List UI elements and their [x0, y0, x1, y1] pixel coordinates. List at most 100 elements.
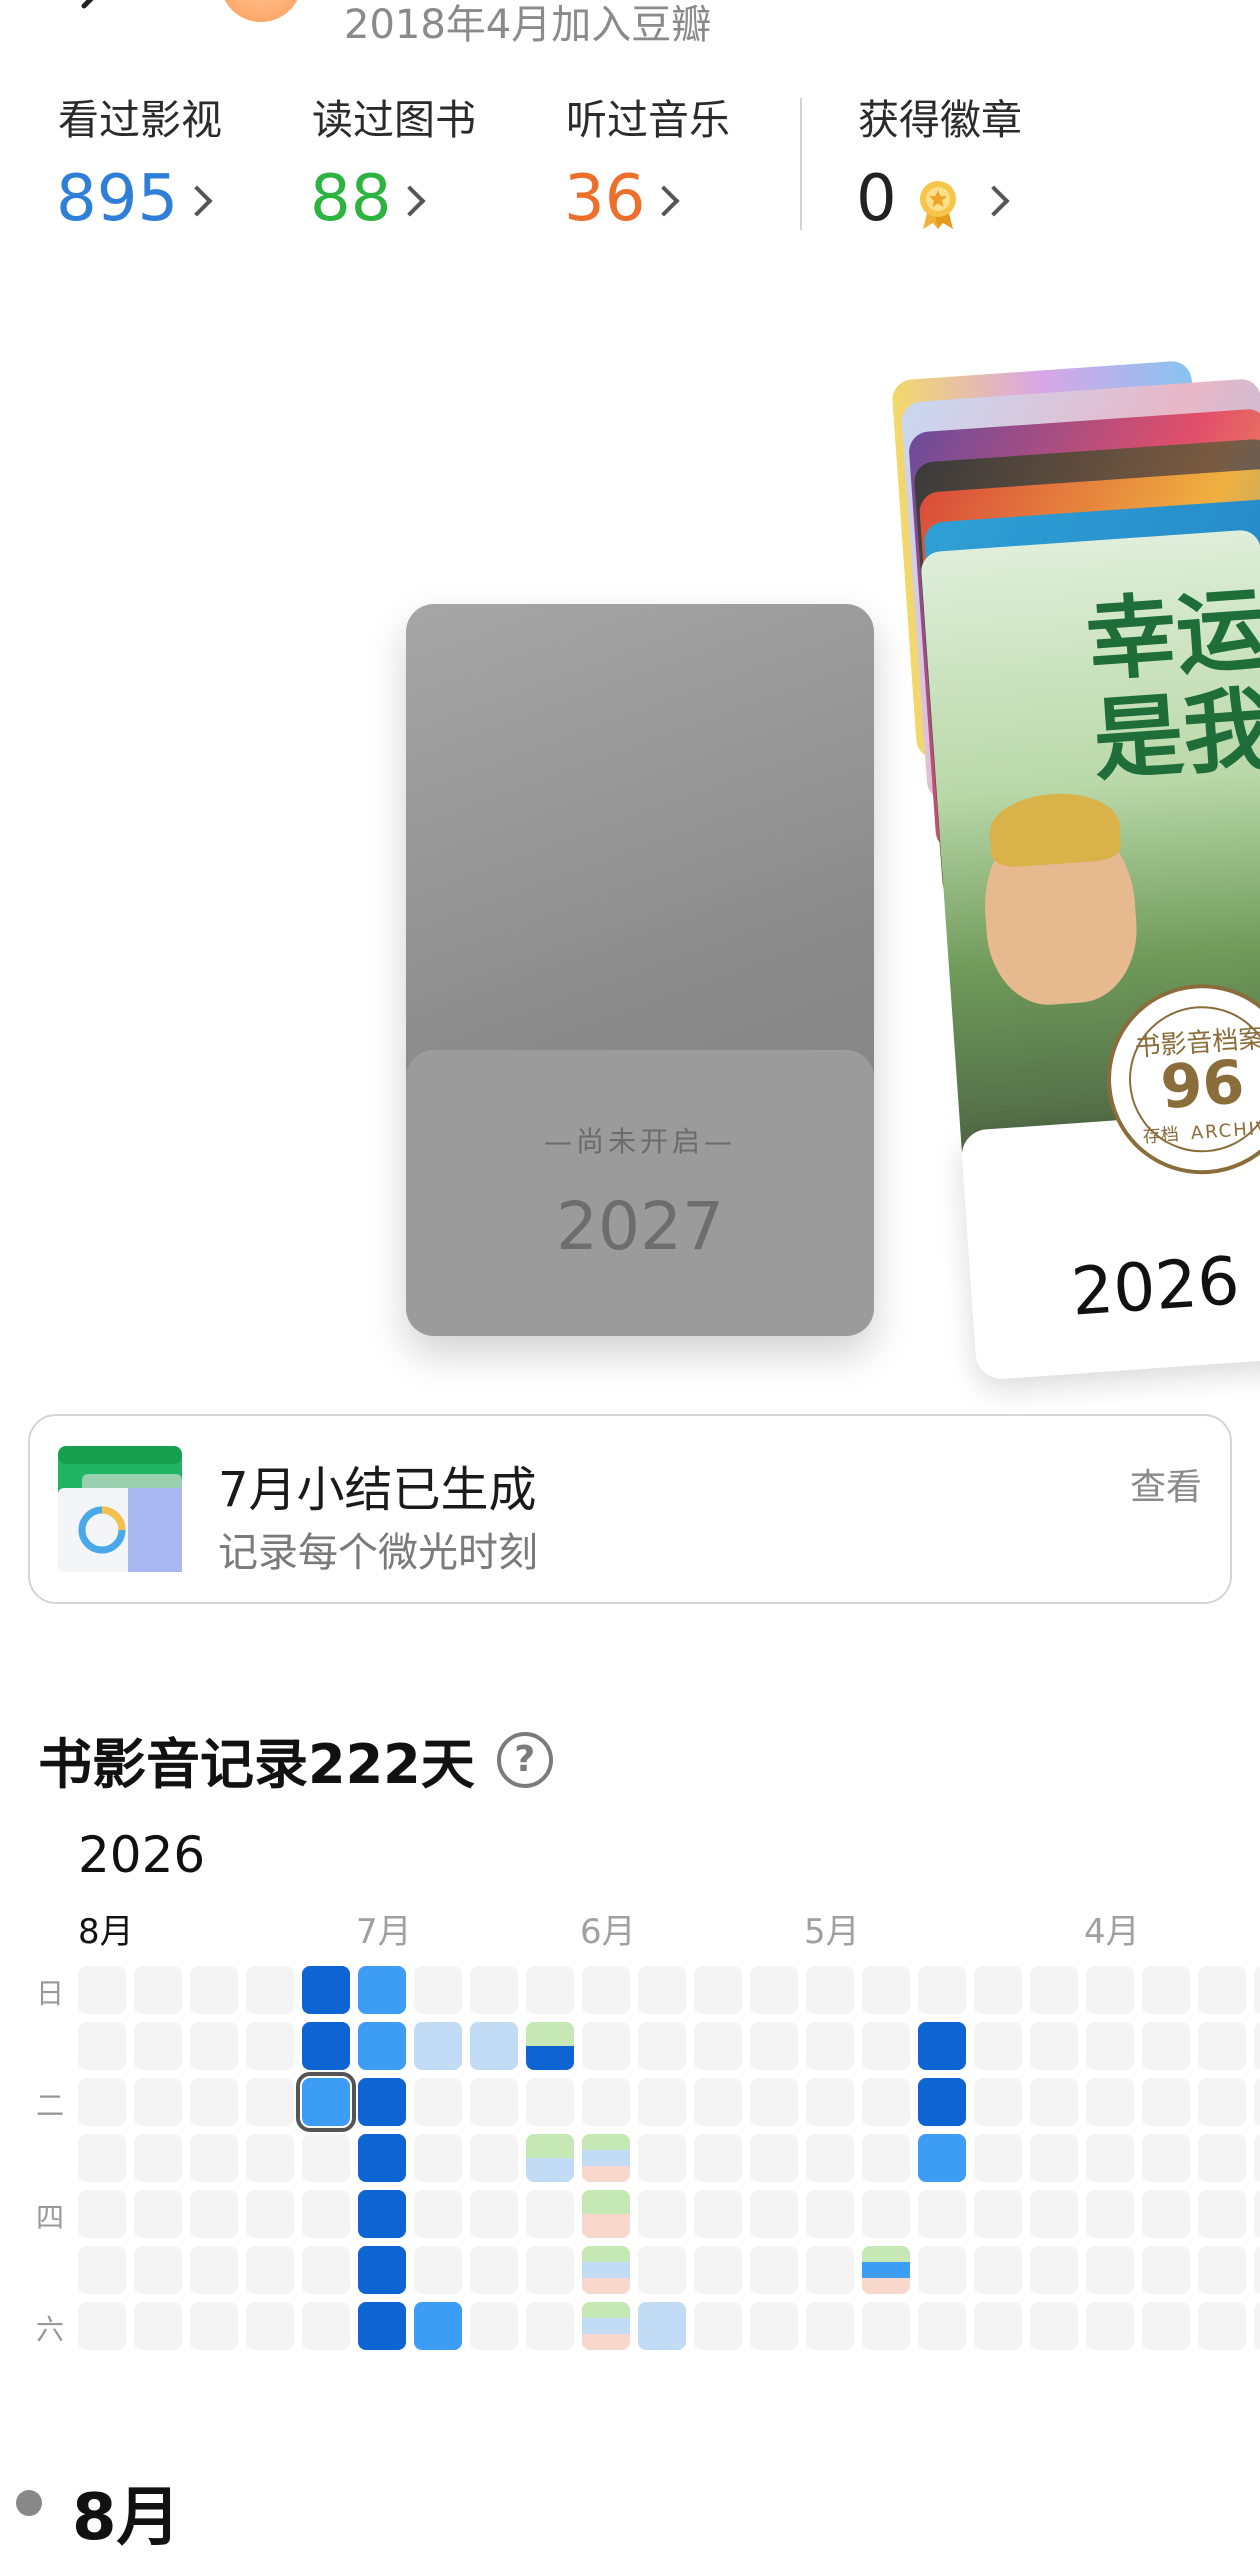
heatmap-cell[interactable] [1142, 2190, 1190, 2238]
heatmap-cell[interactable] [190, 2190, 238, 2238]
heatmap-cell[interactable] [78, 2134, 126, 2182]
heatmap-cell[interactable] [358, 2134, 406, 2182]
card-2026-stack[interactable]: 幸运是我 2026 书影音档案 96 存档 ARCHIVE [891, 350, 1260, 1381]
heatmap-cell[interactable] [918, 2134, 966, 2182]
heatmap-cell[interactable] [1086, 2246, 1134, 2294]
heatmap-cell[interactable] [414, 2246, 462, 2294]
heatmap-cell[interactable] [582, 2246, 630, 2294]
heatmap-cell[interactable] [638, 2078, 686, 2126]
heatmap-cell[interactable] [806, 2190, 854, 2238]
heatmap-cell[interactable] [862, 2302, 910, 2350]
heatmap-cell[interactable] [862, 2134, 910, 2182]
heatmap-cell[interactable] [78, 2302, 126, 2350]
heatmap-cell[interactable] [974, 1966, 1022, 2014]
heatmap-cell[interactable] [806, 2022, 854, 2070]
heatmap-cell[interactable] [862, 2190, 910, 2238]
heatmap-cell[interactable] [470, 2190, 518, 2238]
heatmap-cell[interactable] [638, 2022, 686, 2070]
heatmap-cell[interactable] [358, 2246, 406, 2294]
heatmap-cell[interactable] [414, 2302, 462, 2350]
heatmap-cell[interactable] [246, 2190, 294, 2238]
heatmap-cell[interactable] [974, 2190, 1022, 2238]
heatmap-cell[interactable] [974, 2022, 1022, 2070]
heatmap-cell[interactable] [414, 2078, 462, 2126]
heatmap-cell[interactable] [190, 2022, 238, 2070]
heatmap-cell[interactable] [296, 2072, 356, 2132]
heatmap-cell[interactable] [470, 2134, 518, 2182]
heatmap-cell[interactable] [694, 2190, 742, 2238]
heatmap-cell[interactable] [1142, 2246, 1190, 2294]
heatmap-cell[interactable] [302, 2190, 350, 2238]
heatmap-cell[interactable] [806, 2134, 854, 2182]
back-icon[interactable] [72, 0, 112, 26]
heatmap-cell[interactable] [638, 2302, 686, 2350]
heatmap-cell[interactable] [1198, 2190, 1246, 2238]
heatmap-cell[interactable] [1086, 1966, 1134, 2014]
heatmap-cell[interactable] [134, 2190, 182, 2238]
heatmap-cell[interactable] [1030, 2190, 1078, 2238]
heatmap-cell[interactable] [1086, 2078, 1134, 2126]
heatmap-cell[interactable] [190, 2246, 238, 2294]
heatmap-cell[interactable] [750, 2302, 798, 2350]
heatmap-cell[interactable] [526, 2078, 574, 2126]
heatmap-cell[interactable] [694, 2134, 742, 2182]
heatmap-cell[interactable] [246, 2078, 294, 2126]
heatmap-cell[interactable] [1030, 1966, 1078, 2014]
heatmap-cell[interactable] [1254, 2302, 1260, 2350]
heatmap-cell[interactable] [1254, 2190, 1260, 2238]
heatmap-cell[interactable] [862, 2022, 910, 2070]
heatmap-cell[interactable] [1086, 2022, 1134, 2070]
heatmap-cell[interactable] [526, 2246, 574, 2294]
heatmap-cell[interactable] [1142, 2302, 1190, 2350]
stat-badges[interactable]: 0 [856, 162, 1010, 236]
heatmap-cell[interactable] [526, 2190, 574, 2238]
heatmap-cell[interactable] [414, 2190, 462, 2238]
heatmap-cell[interactable] [582, 2022, 630, 2070]
heatmap-cell[interactable] [1198, 2302, 1246, 2350]
heatmap-cell[interactable] [1030, 2078, 1078, 2126]
heatmap-cell[interactable] [638, 2134, 686, 2182]
heatmap-cell[interactable] [302, 1966, 350, 2014]
heatmap-cell[interactable] [190, 2302, 238, 2350]
heatmap-cell[interactable] [806, 1966, 854, 2014]
card-2027[interactable]: —尚未开启— 2027 [406, 604, 874, 1336]
heatmap-cell[interactable] [1142, 2134, 1190, 2182]
heatmap-cell[interactable] [918, 2246, 966, 2294]
heatmap-cell[interactable] [862, 2246, 910, 2294]
heatmap-cell[interactable] [302, 2022, 350, 2070]
heatmap-cell[interactable] [134, 2302, 182, 2350]
heatmap-cell[interactable] [750, 2190, 798, 2238]
heatmap-cell[interactable] [134, 2134, 182, 2182]
heatmap-cell[interactable] [1142, 2078, 1190, 2126]
heatmap-cell[interactable] [582, 2078, 630, 2126]
heatmap-cell[interactable] [974, 2078, 1022, 2126]
heatmap-cell[interactable] [358, 2078, 406, 2126]
heatmap-cell[interactable] [1030, 2302, 1078, 2350]
heatmap-cell[interactable] [582, 1966, 630, 2014]
heatmap-cell[interactable] [750, 2134, 798, 2182]
heatmap-cell[interactable] [974, 2246, 1022, 2294]
heatmap-cell[interactable] [470, 2246, 518, 2294]
heatmap-cell[interactable] [190, 2078, 238, 2126]
heatmap-cell[interactable] [190, 1966, 238, 2014]
heatmap-cell[interactable] [918, 1966, 966, 2014]
heatmap-cell[interactable] [470, 1966, 518, 2014]
heatmap-cell[interactable] [302, 2134, 350, 2182]
heatmap-cell[interactable] [1198, 1966, 1246, 2014]
view-button[interactable]: 查看 [1130, 1458, 1202, 1510]
heatmap-cell[interactable] [414, 1966, 462, 2014]
heatmap-cell[interactable] [750, 2078, 798, 2126]
heatmap-cell[interactable] [1254, 2246, 1260, 2294]
heatmap-cell[interactable] [246, 1966, 294, 2014]
heatmap-cell[interactable] [358, 2302, 406, 2350]
heatmap-cell[interactable] [526, 1966, 574, 2014]
heatmap-cell[interactable] [78, 2022, 126, 2070]
heatmap-cell[interactable] [1254, 2078, 1260, 2126]
heatmap-cell[interactable] [694, 1966, 742, 2014]
heatmap-cell[interactable] [638, 1966, 686, 2014]
heatmap-cell[interactable] [1030, 2246, 1078, 2294]
heatmap-cell[interactable] [1142, 2022, 1190, 2070]
heatmap-cell[interactable] [1086, 2134, 1134, 2182]
heatmap-cell[interactable] [918, 2190, 966, 2238]
heatmap-cell[interactable] [806, 2078, 854, 2126]
